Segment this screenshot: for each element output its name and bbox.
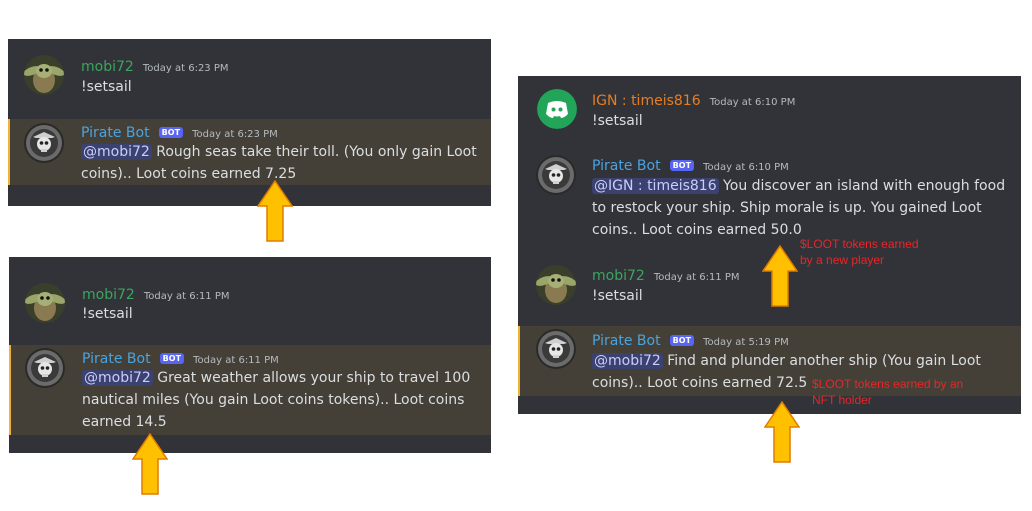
timestamp: Today at 6:11 PM	[193, 355, 279, 366]
up-arrow-icon	[764, 401, 800, 463]
mention[interactable]: @IGN : timeis816	[592, 178, 719, 194]
pirate-skull-avatar-icon[interactable]	[25, 348, 65, 388]
pirate-skull-avatar-icon[interactable]	[536, 329, 576, 369]
bot-badge: BOT	[669, 160, 695, 171]
message-text: @IGN : timeis816 You discover an island …	[592, 178, 1006, 238]
message-ign: IGN : timeis816 Today at 6:10 PM !setsai…	[518, 86, 1021, 146]
username[interactable]: Pirate Bot	[81, 125, 150, 141]
annotation-nft-holder: $LOOT tokens earned by an NFT holder	[812, 377, 964, 407]
baby-yoda-avatar-icon[interactable]	[24, 55, 64, 95]
chat-panel-2: mobi72 Today at 6:11 PM !setsail Pirate …	[9, 257, 491, 453]
username[interactable]: Pirate Bot	[592, 158, 661, 174]
up-arrow-icon	[257, 180, 293, 242]
up-arrow-icon	[132, 433, 168, 495]
pirate-skull-avatar-icon[interactable]	[24, 123, 64, 163]
timestamp: Today at 6:11 PM	[653, 272, 740, 283]
mention[interactable]: @mobi72	[81, 144, 152, 160]
bot-badge: BOT	[159, 353, 185, 364]
username[interactable]: IGN : timeis816	[592, 93, 701, 109]
timestamp: Today at 6:23 PM	[192, 129, 278, 140]
username[interactable]: mobi72	[592, 268, 645, 284]
message-text: !setsail	[592, 288, 643, 304]
message-text: !setsail	[592, 113, 643, 129]
username[interactable]: mobi72	[81, 59, 134, 75]
message-user: mobi72 Today at 6:11 PM !setsail	[9, 277, 491, 337]
username[interactable]: Pirate Bot	[82, 351, 151, 367]
discord-logo-avatar-icon[interactable]	[537, 89, 577, 129]
message-bot: Pirate Bot BOT Today at 6:10 PM @IGN : t…	[518, 152, 1021, 244]
message-bot: Pirate Bot BOT Today at 6:23 PM @mobi72 …	[8, 119, 491, 185]
timestamp: Today at 6:10 PM	[703, 162, 789, 173]
message-user: mobi72 Today at 6:23 PM !setsail	[8, 49, 491, 109]
timestamp: Today at 6:11 PM	[143, 291, 230, 302]
message-bot: Pirate Bot BOT Today at 6:11 PM @mobi72 …	[9, 345, 491, 435]
message-text: !setsail	[81, 79, 132, 95]
username[interactable]: Pirate Bot	[592, 333, 661, 349]
message-text: @mobi72 Great weather allows your ship t…	[82, 370, 471, 430]
timestamp: Today at 6:23 PM	[142, 63, 229, 74]
chat-panel-1: mobi72 Today at 6:23 PM !setsail Pirate …	[8, 39, 491, 206]
up-arrow-icon	[762, 245, 798, 307]
mention[interactable]: @mobi72	[82, 370, 153, 386]
annotation-new-player: $LOOT tokens earned by a new player	[800, 237, 919, 267]
baby-yoda-avatar-icon[interactable]	[536, 265, 576, 305]
message-text: @mobi72 Rough seas take their toll. (You…	[81, 144, 477, 182]
bot-badge: BOT	[158, 127, 184, 138]
baby-yoda-avatar-icon[interactable]	[25, 283, 65, 323]
pirate-skull-avatar-icon[interactable]	[536, 155, 576, 195]
timestamp: Today at 5:19 PM	[703, 337, 789, 348]
username[interactable]: mobi72	[82, 287, 135, 303]
bot-badge: BOT	[669, 335, 695, 346]
timestamp: Today at 6:10 PM	[709, 97, 796, 108]
mention[interactable]: @mobi72	[592, 353, 663, 369]
message-text: !setsail	[82, 306, 133, 322]
